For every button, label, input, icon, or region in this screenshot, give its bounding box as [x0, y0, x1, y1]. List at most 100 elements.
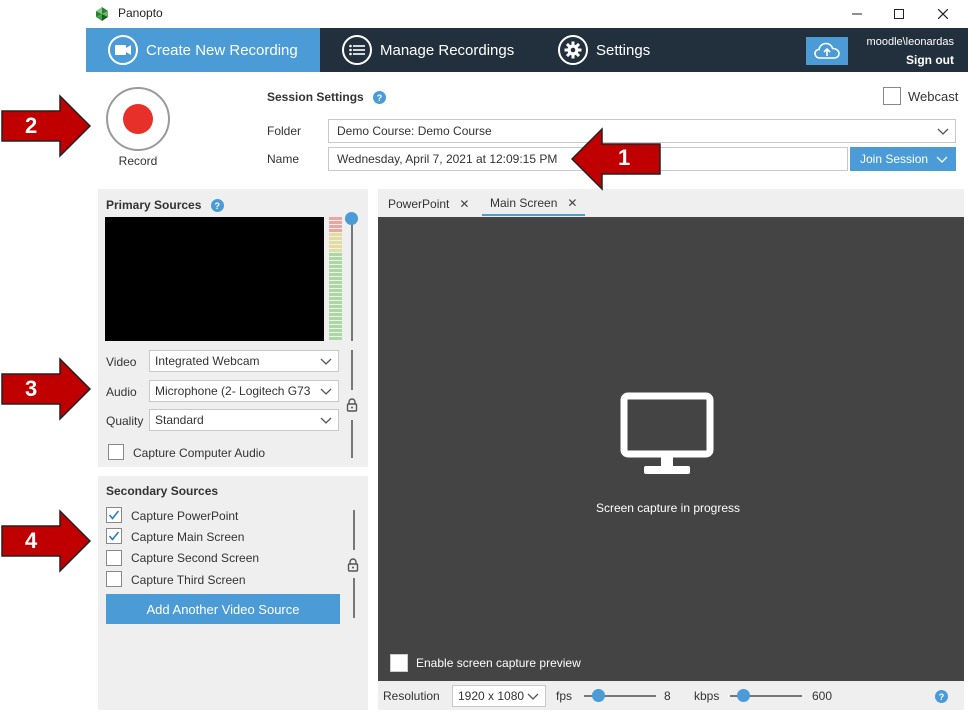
tab-label: Main Screen [490, 196, 558, 210]
close-tab-icon[interactable]: ✕ [459, 197, 469, 211]
meter-segment [329, 241, 342, 244]
audio-select[interactable]: Microphone (2- Logitech G73 [149, 380, 339, 402]
enable-preview-checkbox[interactable] [390, 654, 408, 672]
nav-bar: Create New Recording Manage Recordings S… [86, 28, 968, 72]
chevron-down-icon [937, 128, 949, 135]
meter-segment [329, 305, 342, 308]
meter-segment [329, 225, 342, 228]
kbps-label: kbps [694, 689, 720, 703]
record-label: Record [118, 154, 158, 168]
minimize-button[interactable] [834, 0, 880, 28]
capture-powerpoint-checkbox[interactable] [106, 507, 122, 523]
volume-slider-track[interactable] [351, 218, 353, 341]
meter-segment [329, 221, 342, 224]
kbps-value: 600 [812, 689, 833, 703]
tab-label: Settings [596, 41, 651, 59]
join-session-button[interactable]: Join Session [850, 147, 956, 171]
video-camera-icon [108, 35, 138, 65]
meter-segment [329, 273, 342, 276]
meter-segment [329, 233, 342, 236]
meter-segment [329, 301, 342, 304]
username-label: moodle\leonardas [866, 36, 954, 48]
chevron-down-icon [320, 417, 332, 424]
video-value: Integrated Webcam [155, 354, 260, 368]
session-settings-label: Session Settings [267, 90, 364, 104]
capture-computer-audio-checkbox[interactable] [108, 444, 124, 460]
fps-value: 8 [664, 689, 671, 703]
monitor-icon [620, 392, 714, 474]
folder-value: Demo Course: Demo Course [337, 124, 492, 138]
cloud-upload-icon [814, 42, 840, 59]
tab-settings[interactable]: Settings [558, 28, 650, 72]
lock-icon[interactable] [346, 398, 358, 412]
name-label: Name [267, 152, 300, 166]
lock-icon[interactable] [347, 558, 359, 572]
upload-button[interactable] [806, 37, 848, 65]
meter-segment [329, 249, 342, 252]
record-button[interactable] [106, 87, 170, 151]
join-session-label: Join Session [860, 152, 929, 166]
tab-label: PowerPoint [388, 197, 450, 211]
record-icon [123, 104, 153, 134]
tab-manage-recordings[interactable]: Manage Recordings [342, 28, 514, 72]
fps-label: fps [556, 689, 573, 703]
meter-segment [329, 297, 342, 300]
capture-main-screen-checkbox[interactable] [106, 528, 122, 544]
meter-segment [329, 281, 342, 284]
lock-connector [351, 420, 353, 458]
primary-sources-label: Primary Sources [106, 198, 202, 212]
tab-label: Manage Recordings [380, 41, 515, 59]
resolution-value: 1920 x 1080 [458, 689, 525, 703]
meter-segment [329, 217, 342, 220]
checkmark-icon [108, 510, 120, 520]
capture-third-screen-checkbox[interactable] [106, 571, 122, 587]
kbps-slider-knob[interactable] [737, 689, 750, 702]
close-icon [938, 9, 948, 19]
panopto-logo-icon [96, 7, 108, 21]
help-icon[interactable]: ? [373, 91, 387, 105]
annotation-arrow-icon [1, 94, 92, 158]
help-icon[interactable]: ? [935, 690, 948, 703]
session-settings-title: Session Settings ? [267, 90, 387, 105]
chevron-down-icon [527, 693, 539, 700]
close-tab-icon[interactable]: ✕ [567, 196, 577, 210]
tab-label: Create New Recording [146, 41, 298, 59]
meter-segment [329, 277, 342, 280]
maximize-button[interactable] [876, 0, 922, 28]
annotation-number: 2 [25, 113, 38, 138]
maximize-icon [894, 9, 904, 19]
tab-powerpoint[interactable]: PowerPoint ✕ [380, 192, 477, 216]
audio-label: Audio [106, 385, 137, 399]
capture-second-screen-checkbox[interactable] [106, 550, 122, 566]
capture-computer-audio-label: Capture Computer Audio [133, 446, 266, 460]
meter-segment [329, 253, 342, 256]
meter-segment [329, 245, 342, 248]
tab-main-screen[interactable]: Main Screen ✕ [482, 192, 586, 216]
help-icon[interactable]: ? [210, 199, 224, 213]
resolution-label: Resolution [383, 689, 440, 703]
tab-create-new-recording[interactable]: Create New Recording [86, 28, 320, 72]
close-button[interactable] [920, 0, 966, 28]
meter-segment [329, 329, 342, 332]
annotation-number: 3 [25, 376, 38, 401]
webcast-preview [105, 217, 324, 341]
capture-third-screen-label: Capture Third Screen [131, 573, 246, 587]
primary-sources-title: Primary Sources ? [106, 198, 224, 213]
enable-preview-label: Enable screen capture preview [416, 656, 581, 670]
fps-slider-knob[interactable] [592, 689, 605, 702]
window-title: Panopto [118, 6, 163, 20]
meter-segment [329, 269, 342, 272]
sign-out-link[interactable]: Sign out [906, 53, 954, 67]
annotation-arrow-icon [570, 127, 661, 191]
video-select[interactable]: Integrated Webcam [149, 350, 339, 372]
add-video-source-button[interactable]: Add Another Video Source [106, 594, 340, 624]
chevron-down-icon [936, 156, 948, 163]
list-icon [342, 35, 372, 65]
resolution-select[interactable]: 1920 x 1080 [452, 685, 546, 707]
quality-select[interactable]: Standard [149, 409, 339, 431]
lock-connector [353, 578, 355, 618]
annotation-number: 4 [25, 528, 38, 553]
volume-slider-knob[interactable] [345, 212, 358, 225]
quality-label: Quality [106, 414, 144, 428]
webcast-checkbox[interactable] [883, 87, 901, 105]
